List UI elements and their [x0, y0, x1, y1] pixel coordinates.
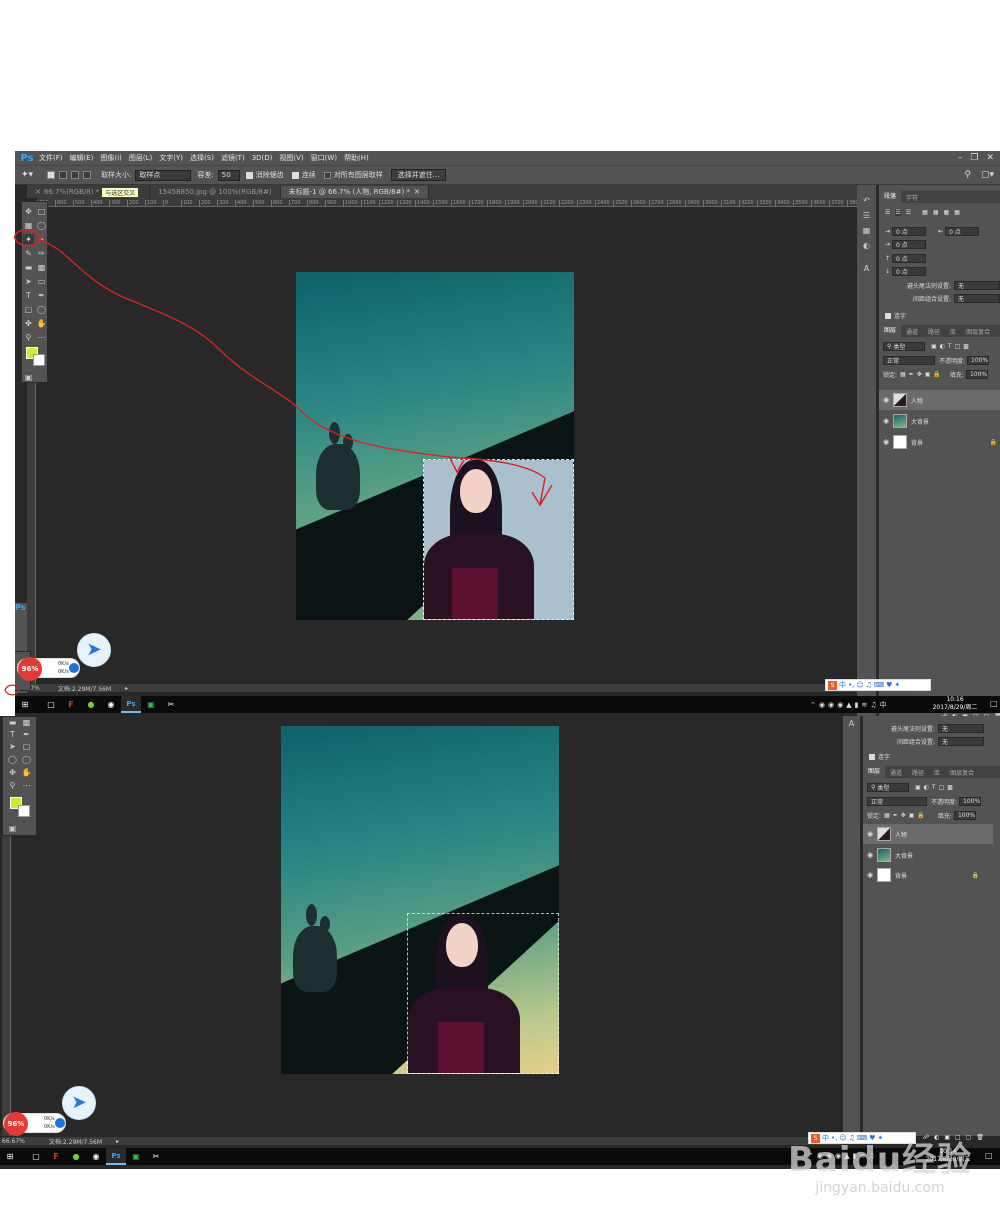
face: [446, 923, 478, 967]
path-select-tool-icon[interactable]: ➤: [7, 741, 18, 752]
lock-label: 锁定:: [867, 813, 882, 820]
quick-mask-icon[interactable]: ▣: [7, 823, 18, 834]
kinsoku-label: 避头尾法则设置:: [890, 726, 935, 733]
lock-row: 锁定: ▦✒✥▣🔒 填充: 100%: [867, 811, 976, 820]
type-tool-icon[interactable]: T: [7, 729, 18, 740]
doc-size: 文档:2.29M/7.56M: [48, 1138, 103, 1146]
rectangle-tool-icon[interactable]: ▢: [21, 741, 32, 752]
status-bar: 66.67% 文档:2.29M/7.56M ▸: [0, 1137, 843, 1146]
mojikumi-label: 间距组合设置:: [896, 739, 935, 746]
kinsoku-row: 避头尾法则设置: 无: [869, 724, 984, 733]
filter-icons[interactable]: ▣◐T□▩: [915, 784, 956, 791]
tab-libraries[interactable]: 库: [929, 768, 945, 777]
kind-filter-select[interactable]: ⚲ 类型: [867, 783, 909, 792]
browser-icon[interactable]: ◉: [86, 1148, 106, 1165]
watermark-title: Baidu经验: [787, 1140, 973, 1180]
annotation-arrowhead: [531, 477, 553, 507]
kinsoku-select[interactable]: 无: [938, 724, 984, 733]
lock-icons[interactable]: ▦✒✥▣🔒: [884, 812, 928, 819]
more-tools-icon[interactable]: ⋯: [21, 780, 32, 791]
snipping-icon[interactable]: ✂: [146, 1148, 166, 1165]
fill-label: 填充:: [937, 813, 952, 820]
layer-name: 人物: [895, 831, 908, 839]
filezilla-icon[interactable]: F: [46, 1148, 66, 1165]
ellipse-tool-icon[interactable]: ◯: [7, 754, 18, 765]
status-arrow-icon[interactable]: ▸: [116, 1138, 119, 1145]
smudge-tool-icon[interactable]: ✤: [7, 767, 18, 778]
eye-icon[interactable]: ◉: [863, 871, 877, 879]
eye-icon[interactable]: ◉: [863, 851, 877, 859]
layer-name: 大背景: [895, 852, 914, 860]
annotation-arrow-curve: [39, 239, 546, 479]
task-view-icon[interactable]: ▢: [26, 1148, 46, 1165]
hand-tool-icon[interactable]: ✋: [21, 767, 32, 778]
selection-marquee[interactable]: [407, 913, 559, 1074]
baidu-jingyan-watermark: Baidu经验 jingyan.baidu.com: [765, 1140, 995, 1196]
bear-ear: [320, 916, 330, 932]
start-icon[interactable]: ⊞: [0, 1148, 20, 1165]
watermark-url: jingyan.baidu.com: [815, 1180, 945, 1196]
background-color-swatch[interactable]: [18, 805, 30, 817]
bear-figure: [293, 926, 337, 992]
wechat-icon[interactable]: ●: [66, 1148, 86, 1165]
bear-ear: [306, 904, 317, 926]
opacity-field[interactable]: 100%: [959, 797, 982, 806]
upload-speed: 0K/s: [44, 1116, 55, 1122]
layer-row[interactable]: ◉ 背景 🔒: [863, 865, 993, 885]
tab-layer-comps[interactable]: 图层复合: [945, 768, 979, 777]
layer-thumbnail: [877, 848, 891, 862]
net-speed-widget[interactable]: 96% 0K/s 0K/s: [3, 1112, 66, 1136]
gradient-tool-icon[interactable]: ▩: [21, 717, 32, 728]
bird-float-icon[interactable]: ➤: [62, 1086, 96, 1120]
bottom-screenshot: ▬ ▩ T ✒ ➤ ▢ ◯ ◯ ✤ ✋ ⚲ ⋯ ▣ A 避头尾法则设置: 无 间…: [0, 716, 1000, 1169]
vertical-ruler: [2, 836, 11, 1136]
tab-paths[interactable]: 路径: [907, 768, 929, 777]
layers-panel-tabs: 图层 通道 路径 库 图层复合: [863, 766, 1000, 778]
zoom-level: 66.67%: [2, 1137, 25, 1145]
layer-filter-row: ⚲ 类型 ▣◐T□▩: [867, 783, 956, 792]
kind-filter-icon: ⚲: [871, 784, 876, 791]
tools-panel: ▬ ▩ T ✒ ➤ ▢ ◯ ◯ ✤ ✋ ⚲ ⋯ ▣: [2, 716, 37, 836]
memory-usage: 96%: [4, 1112, 28, 1136]
document-canvas[interactable]: [281, 726, 559, 1074]
red-annotation: [4, 228, 553, 696]
annotation-circle-small: [4, 684, 19, 696]
shirt: [438, 1022, 484, 1073]
layer-thumbnail: [877, 868, 891, 882]
layer-name: 背景: [895, 872, 908, 880]
character-icon[interactable]: A: [846, 718, 857, 729]
lock-icon: 🔒: [971, 871, 979, 879]
tab-layers[interactable]: 图层: [863, 766, 886, 778]
green-app-icon[interactable]: ▣: [126, 1148, 146, 1165]
eraser-tool-icon[interactable]: ▬: [7, 717, 18, 728]
right-panels: 避头尾法则设置: 无 间距组合设置: 无 连字 图层 通道 路径 库 图层复合 …: [862, 716, 1000, 1141]
tab-channels[interactable]: 通道: [885, 768, 907, 777]
blend-mode-select[interactable]: 正常: [867, 797, 927, 806]
hyphenate-row: 连字: [869, 752, 890, 761]
annotation-arrowhead: [449, 457, 465, 474]
accelerate-icon[interactable]: [55, 1118, 65, 1128]
eye-icon[interactable]: ◉: [863, 830, 877, 838]
panel-icon-strip: A: [843, 716, 861, 1136]
layer-thumbnail: [877, 827, 891, 841]
annotation-circle: [14, 228, 42, 247]
download-speed: 0K/s: [44, 1124, 55, 1130]
zoom-tool-icon[interactable]: ⚲: [7, 780, 18, 791]
mojikumi-select[interactable]: 无: [938, 737, 984, 746]
blend-row: 正常 不透明度: 100%: [867, 797, 982, 806]
ellipse-tool-icon[interactable]: ◯: [21, 754, 32, 765]
hyphenate-label: 连字: [878, 754, 891, 761]
mojikumi-row: 间距组合设置: 无: [869, 737, 984, 746]
pen-tool-icon[interactable]: ✒: [21, 729, 32, 740]
layer-row[interactable]: ◉ 大背景: [863, 845, 993, 865]
opacity-label: 不透明度:: [931, 799, 958, 806]
photoshop-taskbar-icon[interactable]: Ps: [106, 1148, 126, 1165]
layer-row[interactable]: ◉ 人物: [863, 824, 993, 844]
hyphenate-checkbox[interactable]: [869, 753, 875, 760]
fill-field[interactable]: 100%: [953, 811, 976, 820]
